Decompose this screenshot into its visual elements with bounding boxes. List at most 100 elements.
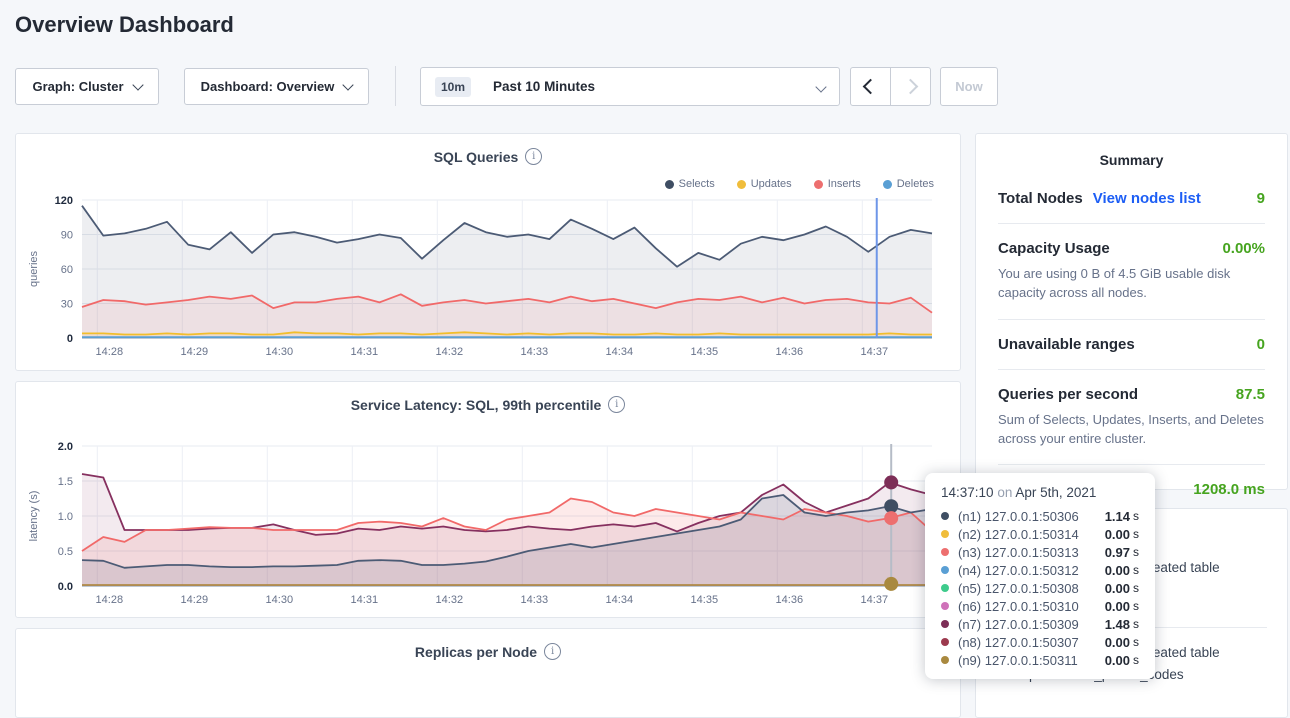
svg-text:60: 60 bbox=[61, 264, 73, 276]
series-dot-icon bbox=[941, 548, 949, 556]
svg-text:14:37: 14:37 bbox=[861, 594, 889, 606]
summary-row-qps: Queries per second 87.5 Sum of Selects, … bbox=[998, 370, 1265, 466]
unavailable-ranges-value: 0 bbox=[1257, 336, 1265, 353]
series-dot-icon bbox=[941, 602, 949, 610]
svg-text:14:34: 14:34 bbox=[606, 346, 634, 358]
controls-divider bbox=[395, 66, 396, 106]
dashboard-dropdown-label: Dashboard: Overview bbox=[201, 79, 335, 94]
service-latency-chart[interactable]: 14:2814:2914:3014:3114:3214:3314:3414:35… bbox=[24, 438, 954, 612]
svg-text:14:35: 14:35 bbox=[691, 594, 719, 606]
time-next-button[interactable] bbox=[890, 67, 931, 106]
svg-text:2.0: 2.0 bbox=[58, 441, 73, 453]
qps-desc: Sum of Selects, Updates, Inserts, and De… bbox=[998, 411, 1265, 449]
legend-label: Deletes bbox=[897, 178, 934, 190]
tooltip-node-label: (n4) 127.0.0.1:50312 bbox=[958, 563, 1105, 578]
legend-label: Selects bbox=[679, 178, 715, 190]
tooltip-timestamp: 14:37:10 on Apr 5th, 2021 bbox=[941, 485, 1139, 500]
legend-item-updates[interactable]: Updates bbox=[737, 178, 792, 190]
svg-text:14:31: 14:31 bbox=[351, 346, 379, 358]
svg-text:14:28: 14:28 bbox=[96, 594, 124, 606]
tooltip-row: (n2) 127.0.0.1:503140.00s bbox=[941, 525, 1139, 543]
svg-text:14:34: 14:34 bbox=[606, 594, 634, 606]
tooltip-row: (n8) 127.0.0.1:503070.00s bbox=[941, 633, 1139, 651]
tooltip-row: (n1) 127.0.0.1:503061.14s bbox=[941, 507, 1139, 525]
tooltip-node-value: 0.00 bbox=[1105, 635, 1130, 650]
tooltip-node-unit: s bbox=[1133, 635, 1139, 649]
capacity-usage-value: 0.00% bbox=[1222, 240, 1265, 257]
series-dot-icon bbox=[941, 620, 949, 628]
svg-text:14:31: 14:31 bbox=[351, 594, 379, 606]
tooltip-node-unit: s bbox=[1133, 527, 1139, 541]
time-prev-button[interactable] bbox=[850, 67, 891, 106]
svg-text:14:35: 14:35 bbox=[691, 346, 719, 358]
tooltip-node-unit: s bbox=[1133, 563, 1139, 577]
legend-item-deletes[interactable]: Deletes bbox=[883, 178, 934, 190]
tooltip-node-label: (n5) 127.0.0.1:50308 bbox=[958, 581, 1105, 596]
capacity-usage-label: Capacity Usage bbox=[998, 240, 1110, 257]
now-button[interactable]: Now bbox=[940, 67, 998, 106]
svg-text:14:29: 14:29 bbox=[181, 346, 209, 358]
tooltip-node-label: (n1) 127.0.0.1:50306 bbox=[958, 509, 1105, 524]
summary-row-capacity: Capacity Usage 0.00% You are using 0 B o… bbox=[998, 224, 1265, 320]
svg-text:14:36: 14:36 bbox=[776, 594, 804, 606]
tooltip-row: (n4) 127.0.0.1:503120.00s bbox=[941, 561, 1139, 579]
p99-latency-value: 1208.0 ms bbox=[1193, 481, 1265, 498]
dashboard-dropdown[interactable]: Dashboard: Overview bbox=[184, 68, 369, 105]
svg-text:14:30: 14:30 bbox=[266, 346, 294, 358]
summary-panel: Summary Total Nodes View nodes list 9 Ca… bbox=[975, 133, 1288, 490]
graph-dropdown[interactable]: Graph: Cluster bbox=[15, 68, 159, 105]
svg-text:14:29: 14:29 bbox=[181, 594, 209, 606]
time-range-dropdown[interactable]: 10m Past 10 Minutes bbox=[420, 67, 840, 106]
view-nodes-list-link[interactable]: View nodes list bbox=[1093, 190, 1201, 207]
svg-text:0: 0 bbox=[67, 333, 73, 345]
tooltip-node-value: 1.14 bbox=[1105, 509, 1130, 524]
info-icon[interactable]: i bbox=[608, 396, 625, 413]
info-icon[interactable]: i bbox=[525, 148, 542, 165]
total-nodes-label: Total Nodes bbox=[998, 190, 1083, 207]
legend-label: Inserts bbox=[828, 178, 861, 190]
series-dot-icon bbox=[941, 584, 949, 592]
tooltip-row: (n5) 127.0.0.1:503080.00s bbox=[941, 579, 1139, 597]
chevron-right-icon bbox=[903, 79, 919, 95]
legend-label: Updates bbox=[751, 178, 792, 190]
summary-row-total-nodes: Total Nodes View nodes list 9 bbox=[998, 174, 1265, 224]
tooltip-node-label: (n3) 127.0.0.1:50313 bbox=[958, 545, 1105, 560]
chart-tooltip: 14:37:10 on Apr 5th, 2021 (n1) 127.0.0.1… bbox=[925, 473, 1155, 679]
tooltip-node-unit: s bbox=[1133, 509, 1139, 523]
svg-text:14:32: 14:32 bbox=[436, 594, 464, 606]
tooltip-node-label: (n8) 127.0.0.1:50307 bbox=[958, 635, 1105, 650]
legend-dot-icon bbox=[665, 180, 674, 189]
svg-text:90: 90 bbox=[61, 230, 73, 242]
service-latency-title: Service Latency: SQL, 99th percentile bbox=[351, 397, 602, 413]
series-dot-icon bbox=[941, 512, 949, 520]
svg-text:30: 30 bbox=[61, 299, 73, 311]
graph-dropdown-label: Graph: Cluster bbox=[32, 79, 123, 94]
legend-dot-icon bbox=[883, 180, 892, 189]
svg-text:latency (s): latency (s) bbox=[28, 491, 40, 542]
tooltip-node-value: 0.00 bbox=[1105, 527, 1130, 542]
series-dot-icon bbox=[941, 530, 949, 538]
svg-text:14:36: 14:36 bbox=[776, 346, 804, 358]
replicas-per-node-card: Replicas per Node i bbox=[15, 628, 961, 718]
tooltip-node-unit: s bbox=[1133, 653, 1139, 667]
tooltip-node-value: 0.00 bbox=[1105, 599, 1130, 614]
info-icon[interactable]: i bbox=[544, 643, 561, 660]
legend-item-selects[interactable]: Selects bbox=[665, 178, 715, 190]
svg-text:0.0: 0.0 bbox=[58, 581, 73, 593]
chevron-down-icon bbox=[343, 79, 354, 90]
svg-text:14:32: 14:32 bbox=[436, 346, 464, 358]
legend-dot-icon bbox=[814, 180, 823, 189]
sql-queries-chart[interactable]: 14:2814:2914:3014:3114:3214:3314:3414:35… bbox=[24, 192, 954, 364]
time-range-badge: 10m bbox=[435, 77, 471, 97]
service-latency-card: Service Latency: SQL, 99th percentile i … bbox=[15, 381, 961, 618]
legend-dot-icon bbox=[737, 180, 746, 189]
page-title: Overview Dashboard bbox=[15, 12, 234, 38]
svg-text:1.5: 1.5 bbox=[58, 476, 73, 488]
legend-item-inserts[interactable]: Inserts bbox=[814, 178, 861, 190]
unavailable-ranges-label: Unavailable ranges bbox=[998, 336, 1135, 353]
series-dot-icon bbox=[941, 638, 949, 646]
svg-text:14:37: 14:37 bbox=[861, 346, 889, 358]
tooltip-node-value: 0.00 bbox=[1105, 581, 1130, 596]
tooltip-node-value: 0.00 bbox=[1105, 563, 1130, 578]
total-nodes-value: 9 bbox=[1257, 190, 1265, 207]
